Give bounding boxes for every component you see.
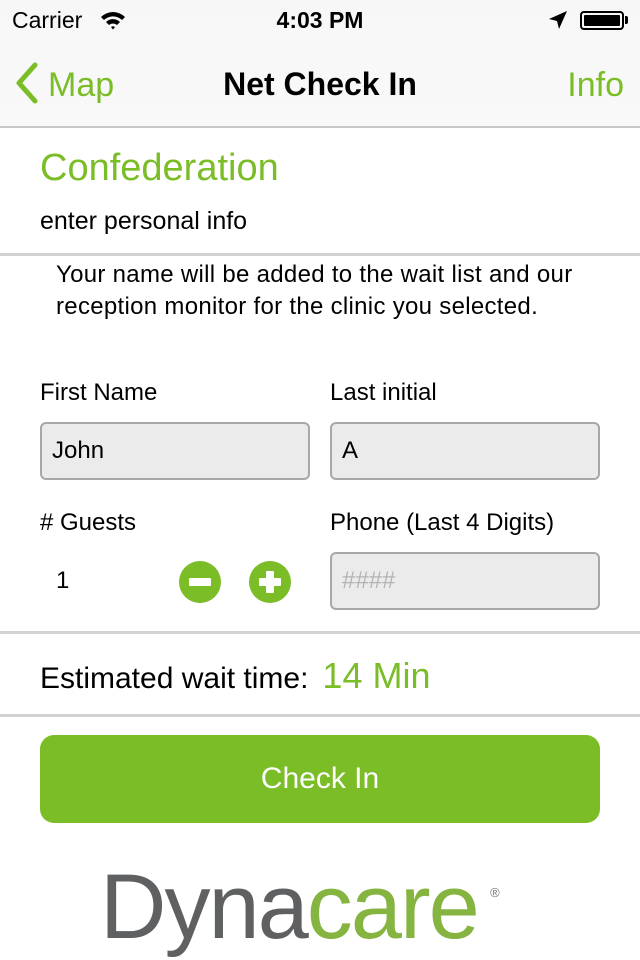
battery-tip [625, 16, 628, 24]
first-name-label: First Name [40, 379, 158, 406]
navigation-bar: Carrier 4:03 PM Map Net Check In Info [0, 0, 640, 128]
battery-icon [580, 11, 624, 30]
decrement-guests-button[interactable] [179, 561, 221, 603]
wait-time-value: 14 Min [322, 655, 431, 696]
last-initial-label: Last initial [330, 379, 437, 406]
wait-time-label: Estimated wait time: [40, 662, 309, 695]
info-button[interactable]: Info [567, 66, 624, 105]
last-initial-input[interactable] [330, 422, 600, 480]
increment-guests-button[interactable] [249, 561, 291, 603]
logo-text-dyna: Dyna [100, 856, 309, 958]
guests-count: 1 [56, 567, 70, 594]
page-title: Net Check In [223, 66, 417, 102]
check-in-button[interactable]: Check In [40, 735, 600, 823]
dynacare-logo: Dynacare ® [100, 855, 500, 960]
location-arrow-icon [548, 10, 568, 35]
logo-text-care: care [306, 856, 480, 958]
divider [0, 253, 640, 256]
divider [0, 631, 640, 634]
phone-input[interactable] [330, 552, 600, 610]
divider [0, 714, 640, 717]
first-name-input[interactable] [40, 422, 310, 480]
clock: 4:03 PM [276, 7, 364, 33]
clinic-name: Confederation [40, 147, 279, 189]
section-subtitle: enter personal info [40, 207, 248, 235]
phone-label: Phone (Last 4 Digits) [330, 509, 555, 536]
guests-label: # Guests [40, 509, 137, 536]
wait-time-row: Estimated wait time: 14 Min [40, 655, 430, 697]
description-text: Your name will be added to the wait list… [56, 261, 573, 320]
registered-mark: ® [490, 885, 500, 900]
status-bar: Carrier 4:03 PM [0, 0, 640, 40]
